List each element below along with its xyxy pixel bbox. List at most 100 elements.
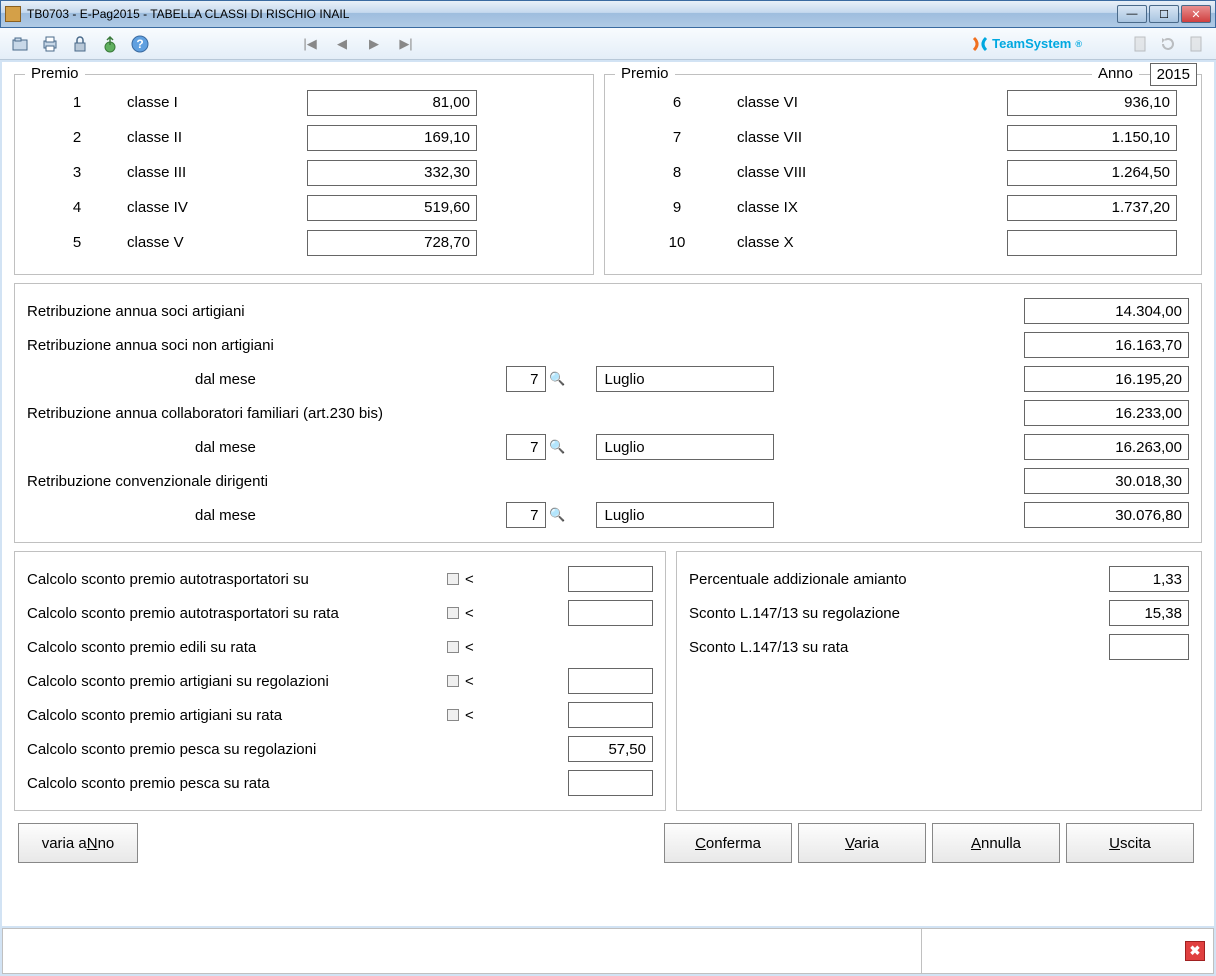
month-number-input[interactable]: [506, 434, 546, 460]
class-num: 4: [27, 199, 127, 216]
button-bar: varia aNno Conferma Varia Annulla Uscita: [14, 819, 1202, 863]
month-name-input[interactable]: [596, 366, 774, 392]
retrib-value-input[interactable]: [1024, 366, 1189, 392]
retrib-label: Retribuzione annua soci non artigiani: [27, 337, 1024, 354]
retrib-value-input[interactable]: [1024, 434, 1189, 460]
app-icon: [5, 6, 21, 22]
lookup-icon[interactable]: 🔍: [550, 439, 566, 455]
sconto-checkbox[interactable]: [447, 709, 459, 721]
anno-label: Anno: [1092, 65, 1139, 82]
help-icon[interactable]: ?: [128, 32, 152, 56]
sconti-left-group: Calcolo sconto premio autotrasportatori …: [14, 551, 666, 811]
lock-icon[interactable]: [68, 32, 92, 56]
class-value-input[interactable]: [1007, 125, 1177, 151]
class-value-input[interactable]: [1007, 160, 1177, 186]
first-icon[interactable]: |◀: [298, 32, 322, 56]
class-value-input[interactable]: [1007, 230, 1177, 256]
retrib-value-input[interactable]: [1024, 332, 1189, 358]
retrib-label: Retribuzione annua collaboratori familia…: [27, 405, 1024, 422]
sconto-value-input[interactable]: [568, 600, 653, 626]
class-value-input[interactable]: [307, 230, 477, 256]
doc-icon[interactable]: [1128, 32, 1152, 56]
class-label: classe III: [127, 164, 307, 181]
sconto-checkbox[interactable]: [447, 607, 459, 619]
retribuzione-group: Retribuzione annua soci artigiani Retrib…: [14, 283, 1202, 543]
uscita-button[interactable]: Uscita: [1066, 823, 1194, 863]
sconto-checkbox[interactable]: [447, 641, 459, 653]
sconto-label: Calcolo sconto premio autotrasportatori …: [27, 605, 447, 622]
retrib-value-input[interactable]: [1024, 400, 1189, 426]
file-icon[interactable]: [1184, 32, 1208, 56]
lt-symbol: <: [465, 605, 474, 622]
annulla-button[interactable]: Annulla: [932, 823, 1060, 863]
retrib-label: Retribuzione annua soci artigiani: [27, 303, 1024, 320]
lookup-icon[interactable]: 🔍: [550, 371, 566, 387]
sconto-value-input[interactable]: [1109, 634, 1189, 660]
lt-symbol: <: [465, 639, 474, 656]
maximize-button[interactable]: ☐: [1149, 5, 1179, 23]
next-icon[interactable]: ▶: [362, 32, 386, 56]
sconto-label: Calcolo sconto premio pesca su rata: [27, 775, 447, 792]
premio-legend: Premio: [25, 65, 85, 82]
class-num: 3: [27, 164, 127, 181]
sconto-label: Sconto L.147/13 su regolazione: [689, 605, 1049, 622]
class-value-input[interactable]: [307, 125, 477, 151]
month-name-input[interactable]: [596, 434, 774, 460]
month-number-input[interactable]: [506, 502, 546, 528]
sconto-value-input[interactable]: [568, 736, 653, 762]
class-value-input[interactable]: [1007, 90, 1177, 116]
class-num: 6: [617, 94, 737, 111]
sconto-value-input[interactable]: [1109, 600, 1189, 626]
class-value-input[interactable]: [307, 90, 477, 116]
sconto-value-input[interactable]: [568, 702, 653, 728]
class-value-input[interactable]: [1007, 195, 1177, 221]
class-value-input[interactable]: [307, 195, 477, 221]
month-number-input[interactable]: [506, 366, 546, 392]
class-label: classe IV: [127, 199, 307, 216]
class-label: classe VIII: [737, 164, 1007, 181]
premio-right-group: Premio Anno 2015 6 classe VI 7 classe VI…: [604, 74, 1202, 275]
sconto-value-input[interactable]: [568, 770, 653, 796]
lt-symbol: <: [465, 673, 474, 690]
sconto-checkbox[interactable]: [447, 675, 459, 687]
toolbar: ? |◀ ◀ ▶ ▶| TeamSystem®: [0, 28, 1216, 60]
class-value-input[interactable]: [307, 160, 477, 186]
class-num: 5: [27, 234, 127, 251]
print-icon[interactable]: [38, 32, 62, 56]
sconto-value-input[interactable]: [1109, 566, 1189, 592]
export-icon[interactable]: [98, 32, 122, 56]
redo-icon[interactable]: [1156, 32, 1180, 56]
svg-text:?: ?: [136, 37, 143, 51]
error-icon[interactable]: ✖: [1185, 941, 1205, 961]
anno-value[interactable]: 2015: [1150, 63, 1197, 86]
conferma-button[interactable]: Conferma: [664, 823, 792, 863]
sconto-value-input[interactable]: [568, 668, 653, 694]
app-window: TB0703 - E-Pag2015 - TABELLA CLASSI DI R…: [0, 0, 1216, 976]
class-num: 1: [27, 94, 127, 111]
class-label: classe II: [127, 129, 307, 146]
lt-symbol: <: [465, 707, 474, 724]
lt-symbol: <: [465, 571, 474, 588]
sconto-value-input[interactable]: [568, 566, 653, 592]
retrib-label: dal mese: [27, 439, 446, 456]
month-name-input[interactable]: [596, 502, 774, 528]
varia-anno-button[interactable]: varia aNno: [18, 823, 138, 863]
lookup-icon[interactable]: 🔍: [550, 507, 566, 523]
class-num: 8: [617, 164, 737, 181]
retrib-value-input[interactable]: [1024, 298, 1189, 324]
class-num: 10: [617, 234, 737, 251]
class-label: classe V: [127, 234, 307, 251]
retrib-label: Retribuzione convenzionale dirigenti: [27, 473, 1024, 490]
class-num: 7: [617, 129, 737, 146]
sconto-label: Calcolo sconto premio edili su rata: [27, 639, 447, 656]
varia-button[interactable]: Varia: [798, 823, 926, 863]
sconto-checkbox[interactable]: [447, 573, 459, 585]
retrib-value-input[interactable]: [1024, 468, 1189, 494]
close-button[interactable]: ✕: [1181, 5, 1211, 23]
open-icon[interactable]: [8, 32, 32, 56]
last-icon[interactable]: ▶|: [394, 32, 418, 56]
retrib-value-input[interactable]: [1024, 502, 1189, 528]
sconto-label: Sconto L.147/13 su rata: [689, 639, 1049, 656]
minimize-button[interactable]: —: [1117, 5, 1147, 23]
prev-icon[interactable]: ◀: [330, 32, 354, 56]
